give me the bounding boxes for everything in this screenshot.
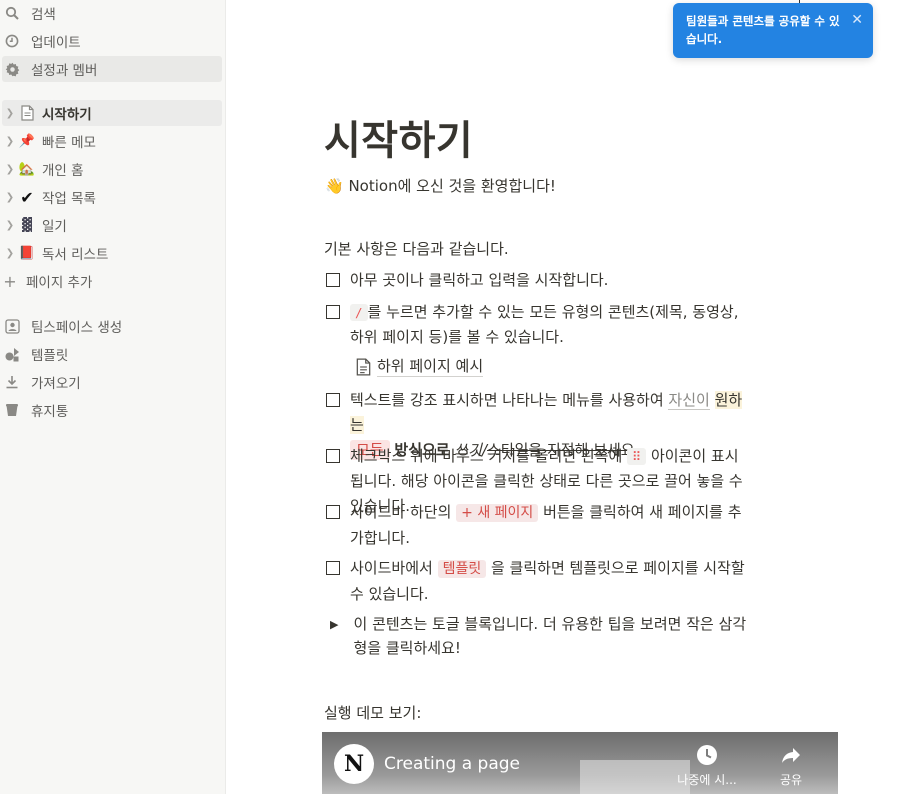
chevron-right-icon[interactable]: ❯ xyxy=(4,220,16,231)
chevron-right-icon[interactable]: ❯ xyxy=(4,136,16,147)
sidebar-page-label: 시작하기 xyxy=(42,107,92,123)
toggle-triangle-icon[interactable]: ▶ xyxy=(330,613,340,660)
todo-text[interactable]: 사이드바 하단의 + 새 페이지 버튼을 클릭하여 새 페이지를 추가합니다. xyxy=(350,500,746,551)
notion-logo[interactable]: N xyxy=(334,744,374,784)
checkbox[interactable] xyxy=(326,273,340,287)
new-page-code: + 새 페이지 xyxy=(456,504,539,522)
todo-text[interactable]: / 를 누르면 추가할 수 있는 모든 유형의 콘텐츠(제목, 동영상, 하위 페… xyxy=(350,300,746,350)
clock-icon xyxy=(4,33,20,49)
chevron-right-icon[interactable]: ❯ xyxy=(4,108,16,119)
todo-item-5: 사이드바 하단의 + 새 페이지 버튼을 클릭하여 새 페이지를 추가합니다. xyxy=(326,500,746,551)
sidebar-templates[interactable]: 템플릿 xyxy=(2,341,222,367)
document-icon xyxy=(18,104,36,122)
gear-icon xyxy=(4,61,20,77)
pushpin-icon: 📌 xyxy=(18,133,36,149)
share-label: 공유 xyxy=(779,773,803,787)
sidebar-import-label: 가져오기 xyxy=(31,376,81,392)
basics-heading[interactable]: 기본 사항은 다음과 같습니다. xyxy=(324,238,509,259)
search-icon xyxy=(4,5,20,21)
sidebar-page-label: 작업 목록 xyxy=(42,191,96,207)
sidebar-templates-label: 템플릿 xyxy=(31,348,69,364)
teamspace-icon xyxy=(4,318,20,334)
checkbox[interactable] xyxy=(326,449,340,463)
clock-icon xyxy=(672,744,742,771)
subpage-label: 하위 페이지 예시 xyxy=(377,357,484,377)
document-icon xyxy=(356,358,371,376)
drag-handle-code: ⠿ xyxy=(627,448,647,465)
sidebar-updates[interactable]: 업데이트 xyxy=(2,28,222,54)
template-icon xyxy=(4,346,20,362)
book-icon: 📕 xyxy=(18,245,36,261)
plus-icon: + xyxy=(3,271,17,291)
import-icon xyxy=(4,374,20,390)
todo4-text-a: 체크박스 위에 마우스 커서를 올리면 왼쪽에 xyxy=(350,447,628,465)
sidebar-settings[interactable]: 설정과 멤버 xyxy=(2,56,222,82)
sidebar-page-personal-home[interactable]: ❯ 🏡 개인 홈 xyxy=(2,156,222,182)
sidebar-page-reading-list[interactable]: ❯ 📕 독서 리스트 xyxy=(2,240,222,266)
toggle-text[interactable]: 이 콘텐츠는 토글 블록입니다. 더 유용한 팁을 보려면 작은 삼각형을 클릭… xyxy=(354,612,750,660)
todo-text[interactable]: 아무 곳이나 클릭하고 입력을 시작합니다. xyxy=(350,268,746,293)
sidebar-page-task-list[interactable]: ❯ ✔ 작업 목록 xyxy=(2,184,222,210)
templates-code: 템플릿 xyxy=(437,560,487,578)
sidebar-trash-label: 휴지통 xyxy=(31,404,69,420)
sidebar-page-journal[interactable]: ❯ ▓ 일기 xyxy=(2,212,222,238)
add-page-label: 페이지 추가 xyxy=(26,275,93,291)
todo6-text-a: 사이드바에서 xyxy=(350,559,438,577)
todo2-text: 를 누르면 추가할 수 있는 모든 유형의 콘텐츠(제목, 동영상, 하위 페이… xyxy=(350,303,739,346)
sidebar: 검색 업데이트 설정과 멤버 ❯ 시작하기 ❯ 📌 빠른 메모 ❯ 🏡 개인 홈… xyxy=(0,0,226,794)
trash-icon xyxy=(4,402,20,418)
underlined-text: 자신이 xyxy=(668,391,710,410)
welcome-text[interactable]: 👋 Notion에 오신 것을 환영합니다! xyxy=(325,175,556,196)
sidebar-settings-label: 설정과 멤버 xyxy=(31,63,98,79)
sidebar-trash[interactable]: 휴지통 xyxy=(2,397,222,423)
sidebar-search[interactable]: 검색 xyxy=(2,0,222,26)
sidebar-page-label: 일기 xyxy=(42,219,67,235)
todo-item-6: 사이드바에서 템플릿 을 클릭하면 템플릿으로 페이지를 시작할 수 있습니다. xyxy=(326,556,746,607)
notebook-icon: ▓ xyxy=(22,217,32,233)
page-title[interactable]: 시작하기 xyxy=(324,108,473,166)
sidebar-page-getting-started[interactable]: ❯ 시작하기 xyxy=(2,100,222,126)
house-icon: 🏡 xyxy=(18,161,36,177)
video-title[interactable]: Creating a page xyxy=(384,754,520,774)
checkbox[interactable] xyxy=(326,561,340,575)
todo5-text-a: 사이드바 하단의 xyxy=(350,503,457,521)
sidebar-page-label: 개인 홈 xyxy=(42,163,84,179)
slash-code: / xyxy=(350,304,368,321)
video-embed[interactable]: N Creating a page 나중에 시... 공유 xyxy=(322,732,838,794)
watch-later-button[interactable]: 나중에 시... xyxy=(672,744,742,788)
checkbox[interactable] xyxy=(326,393,340,407)
todo3-text: 텍스트를 강조 표시하면 나타나는 메뉴를 사용하여 xyxy=(350,391,669,409)
checkbox[interactable] xyxy=(326,305,340,319)
todo-text[interactable]: 사이드바에서 템플릿 을 클릭하면 템플릿으로 페이지를 시작할 수 있습니다. xyxy=(350,556,746,607)
share-button[interactable]: 공유 xyxy=(756,744,826,788)
chevron-right-icon[interactable]: ❯ xyxy=(4,164,16,175)
checkbox[interactable] xyxy=(326,505,340,519)
share-arrow-icon xyxy=(756,744,826,771)
sidebar-page-quick-note[interactable]: ❯ 📌 빠른 메모 xyxy=(2,128,222,154)
todo-item-1: 아무 곳이나 클릭하고 입력을 시작합니다. xyxy=(326,268,746,293)
watch-later-label: 나중에 시... xyxy=(677,773,737,787)
sidebar-page-label: 독서 리스트 xyxy=(42,247,109,263)
chevron-right-icon[interactable]: ❯ xyxy=(4,248,16,259)
todo-item-2: / 를 누르면 추가할 수 있는 모든 유형의 콘텐츠(제목, 동영상, 하위 페… xyxy=(326,300,746,350)
sidebar-page-label: 빠른 메모 xyxy=(42,135,96,151)
subpage-link[interactable]: 하위 페이지 예시 xyxy=(356,356,484,377)
demo-label[interactable]: 실행 데모 보기: xyxy=(324,702,421,723)
checkmark-icon: ✔ xyxy=(20,187,34,207)
add-page-button[interactable]: + 페이지 추가 xyxy=(2,268,222,294)
sidebar-import[interactable]: 가져오기 xyxy=(2,369,222,395)
sidebar-search-label: 검색 xyxy=(31,7,56,23)
page-content: 시작하기 👋 Notion에 오신 것을 환영합니다! 기본 사항은 다음과 같… xyxy=(226,0,912,794)
sidebar-create-teamspace[interactable]: 팀스페이스 생성 xyxy=(2,313,222,339)
toggle-block: ▶ 이 콘텐츠는 토글 블록입니다. 더 유용한 팁을 보려면 작은 삼각형을 … xyxy=(330,612,750,660)
sidebar-updates-label: 업데이트 xyxy=(31,35,81,51)
sidebar-create-teamspace-label: 팀스페이스 생성 xyxy=(31,320,123,336)
chevron-right-icon[interactable]: ❯ xyxy=(4,192,16,203)
